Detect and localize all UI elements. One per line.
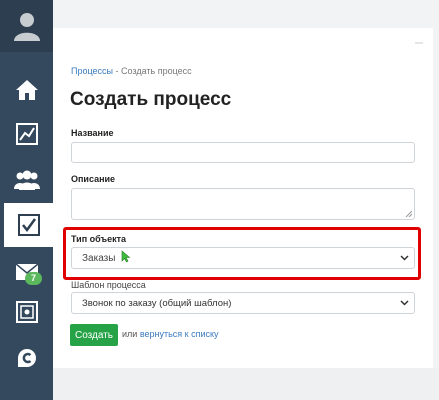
sidebar-item-mail[interactable]: 7 bbox=[0, 250, 53, 294]
chart-icon bbox=[15, 123, 38, 145]
object-type-value: Заказы bbox=[82, 253, 116, 264]
checkbox-icon bbox=[17, 214, 40, 236]
sidebar-item-reports[interactable] bbox=[0, 112, 53, 156]
c-logo-icon bbox=[17, 349, 36, 367]
users-group-icon bbox=[13, 170, 40, 190]
description-label: Описание bbox=[71, 174, 116, 184]
user-avatar-icon bbox=[13, 13, 40, 41]
breadcrumb-processes-link[interactable]: Процессы bbox=[71, 66, 113, 76]
sidebar-item-contacts[interactable] bbox=[0, 158, 53, 202]
mail-badge: 7 bbox=[25, 272, 42, 285]
name-input[interactable] bbox=[71, 142, 415, 163]
template-select[interactable]: Звонок по заказу (общий шаблон) bbox=[71, 292, 415, 314]
or-label: или bbox=[122, 329, 138, 339]
mouse-cursor-icon bbox=[121, 250, 131, 263]
object-type-select[interactable]: Заказы bbox=[71, 247, 415, 269]
object-type-label: Тип объекта bbox=[71, 234, 127, 244]
template-label: Шаблон процесса bbox=[71, 280, 146, 290]
chevron-down-icon bbox=[400, 255, 409, 261]
home-icon bbox=[15, 80, 38, 100]
footer-area bbox=[53, 368, 439, 400]
or-text: или вернуться к списку bbox=[122, 329, 219, 339]
breadcrumb-current: Создать процесс bbox=[121, 66, 192, 76]
description-textarea[interactable] bbox=[71, 188, 415, 220]
main-panel: Процессы - Создать процесс Создать проце… bbox=[53, 0, 439, 400]
sidebar-item-processes[interactable] bbox=[4, 203, 53, 247]
breadcrumb: Процессы - Создать процесс bbox=[71, 66, 192, 76]
resize-handle-icon[interactable] bbox=[405, 210, 412, 217]
sidebar-item-c-app[interactable] bbox=[0, 336, 53, 380]
user-avatar[interactable] bbox=[0, 0, 53, 52]
sidebar-item-home[interactable] bbox=[0, 68, 53, 112]
safe-icon bbox=[15, 301, 38, 323]
sidebar: 7 bbox=[0, 0, 53, 400]
name-label: Название bbox=[71, 128, 114, 138]
divider bbox=[415, 42, 423, 44]
chevron-down-icon bbox=[400, 300, 409, 306]
create-button[interactable]: Создать bbox=[70, 324, 118, 346]
breadcrumb-separator: - bbox=[113, 66, 122, 76]
page-title: Создать процесс bbox=[70, 89, 232, 110]
back-to-list-link[interactable]: вернуться к списку bbox=[140, 329, 219, 339]
template-value: Звонок по заказу (общий шаблон) bbox=[82, 298, 232, 309]
sidebar-item-safe[interactable] bbox=[0, 290, 53, 334]
